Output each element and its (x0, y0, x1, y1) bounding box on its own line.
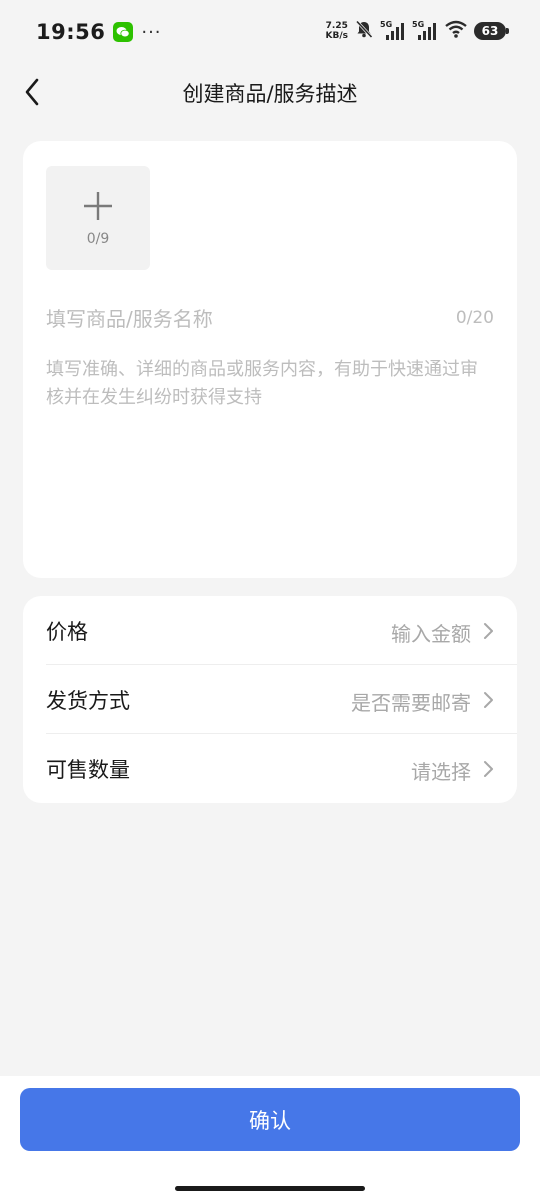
bottom-action-bar: 确认 (0, 1076, 540, 1200)
network-speed-value: 7.25 (325, 21, 348, 31)
list-row-quantity[interactable]: 可售数量 请选择 (23, 734, 517, 803)
page-title: 创建商品/服务描述 (182, 82, 358, 106)
list-row-price[interactable]: 价格 输入金额 (23, 596, 517, 665)
signal-icon: 5G (380, 20, 406, 42)
sim2-label: 5G (412, 20, 425, 29)
name-char-counter: 0/20 (455, 308, 494, 328)
status-icons: 7.25 KB/s 5G 5G 63 (326, 16, 509, 46)
chevron-right-icon (483, 622, 495, 640)
row-value: 是否需要邮寄 (351, 691, 471, 715)
image-upload-button[interactable]: 0/9 (46, 166, 150, 270)
product-name-input[interactable]: 填写商品/服务名称 (46, 303, 426, 333)
status-time: 19:56 (36, 20, 106, 44)
confirm-button[interactable]: 确认 (20, 1088, 520, 1151)
battery-icon: 63 (474, 22, 509, 40)
wechat-icon (113, 22, 134, 42)
signal-icon: 5G (412, 20, 438, 42)
chevron-right-icon (483, 691, 495, 709)
nav-bar: 创建商品/服务描述 (0, 64, 540, 124)
row-value: 请选择 (411, 760, 471, 784)
row-label: 可售数量 (46, 758, 130, 782)
product-description-input[interactable]: 填写准确、详细的商品或服务内容，有助于快速通过审核并在发生纠纷时获得支持 (46, 356, 494, 556)
home-indicator[interactable] (175, 1186, 365, 1191)
more-notifications-indicator: ··· (141, 21, 162, 43)
sim1-label: 5G (380, 20, 393, 29)
product-info-card: 0/9 填写商品/服务名称 0/20 填写准确、详细的商品或服务内容，有助于快速… (23, 141, 517, 578)
plus-icon (82, 190, 114, 222)
network-speed-unit: KB/s (325, 31, 348, 41)
chevron-right-icon (483, 760, 495, 778)
row-label: 价格 (46, 620, 88, 644)
status-bar: 19:56 ··· 7.25 KB/s 5G 5G 63 (0, 0, 540, 64)
wifi-icon (444, 19, 468, 43)
row-value: 输入金额 (391, 622, 471, 646)
row-label: 发货方式 (46, 689, 130, 713)
bell-mute-icon (354, 19, 374, 43)
network-speed: 7.25 KB/s (326, 21, 348, 41)
product-options-card: 价格 输入金额 发货方式 是否需要邮寄 可售数量 请选择 (23, 596, 517, 803)
list-row-shipping[interactable]: 发货方式 是否需要邮寄 (23, 665, 517, 734)
upload-count: 0/9 (86, 231, 110, 247)
